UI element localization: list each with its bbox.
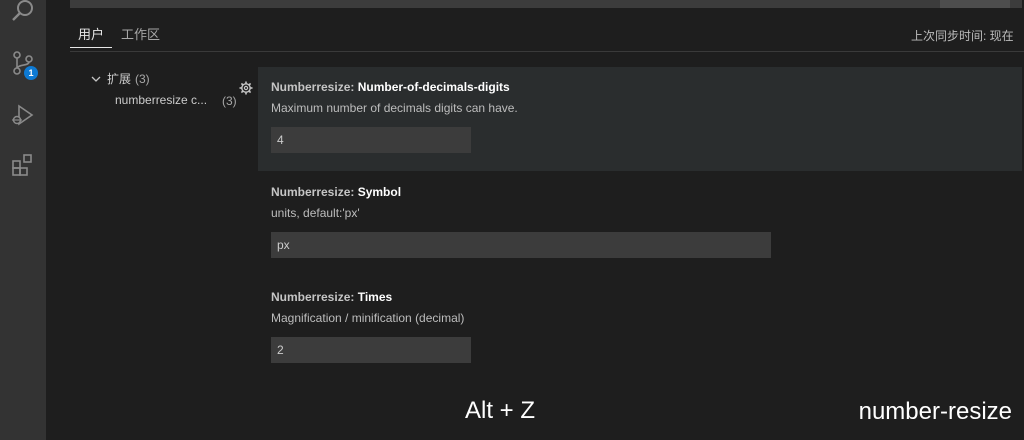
tab-workspace[interactable]: 工作区 (121, 26, 160, 48)
settings-search-input[interactable] (70, 0, 1022, 8)
setting-description-decimals: Maximum number of decimals digits can ha… (271, 101, 518, 115)
extension-name-overlay: number-resize (858, 398, 1012, 425)
sync-status: 上次同步时间: 现在 (911, 29, 1014, 43)
keystroke-overlay: Alt + Z (465, 397, 536, 424)
setting-title-times: Numberresize: Times (271, 290, 392, 304)
setting-title-symbol: Numberresize: Symbol (271, 185, 401, 199)
setting-name: Number-of-decimals-digits (357, 80, 510, 94)
toc-item-count: (3) (222, 94, 237, 108)
toc-group-extensions[interactable]: 扩展 (3) (90, 70, 150, 87)
symbol-input[interactable] (271, 232, 771, 258)
active-tab-indicator (70, 47, 112, 48)
tab-user[interactable]: 用户 (78, 26, 104, 48)
toc-group-label: 扩展 (107, 72, 132, 86)
activity-bar: 1 (0, 0, 46, 440)
source-control-icon[interactable]: 1 (0, 40, 46, 86)
toc-group-count: (3) (135, 71, 150, 86)
setting-name: Times (357, 290, 393, 304)
times-input[interactable] (271, 337, 471, 363)
chevron-down-icon (91, 76, 101, 82)
setting-name: Symbol (357, 185, 402, 199)
scm-badge: 1 (24, 66, 38, 80)
search-result-count (940, 0, 1010, 8)
toc-item-numberresize[interactable]: numberresize c... (115, 93, 207, 107)
setting-category: Numberresize: (271, 290, 358, 304)
setting-description-symbol: units, default:'px' (271, 206, 360, 220)
tabs-divider (70, 51, 1024, 52)
setting-category: Numberresize: (271, 185, 358, 199)
extensions-icon[interactable] (0, 142, 46, 188)
run-debug-icon[interactable] (0, 92, 46, 138)
decimals-digits-input[interactable] (271, 127, 471, 153)
setting-title-decimals: Numberresize: Number-of-decimals-digits (271, 80, 510, 94)
setting-description-times: Magnification / minification (decimal) (271, 311, 465, 325)
setting-category: Numberresize: (271, 80, 358, 94)
gear-icon[interactable] (239, 81, 253, 95)
settings-editor: 1 用户 工作区 上次同步时间: 现在 扩展 (3) numberresize … (0, 0, 1024, 440)
search-icon[interactable] (0, 0, 46, 34)
